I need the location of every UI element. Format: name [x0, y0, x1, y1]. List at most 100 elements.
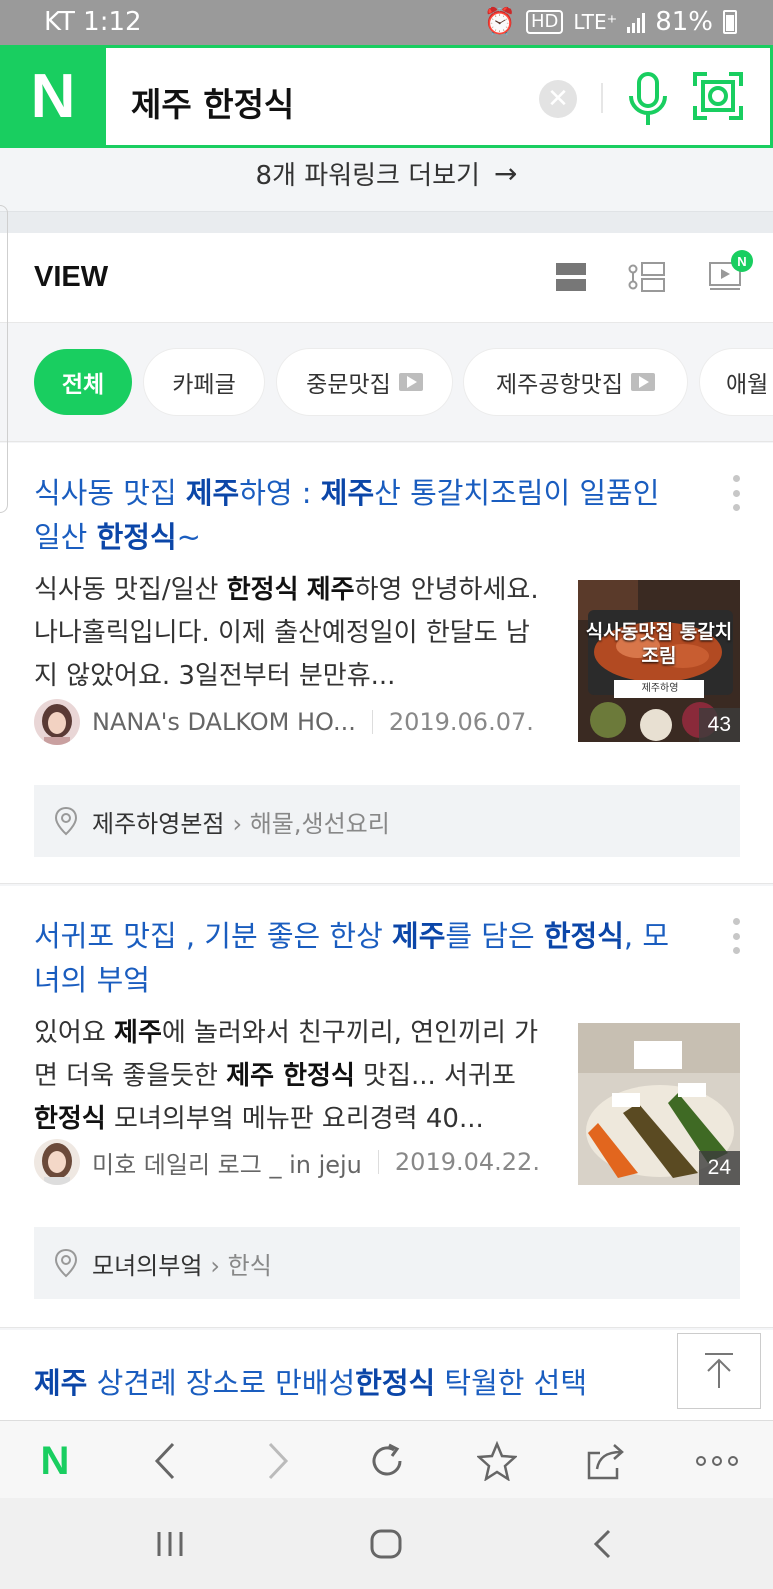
- result-thumbnail[interactable]: 식사동맛집 통갈치조림 제주하영 43: [578, 580, 740, 742]
- home-button[interactable]: [364, 1524, 408, 1564]
- new-badge: N: [731, 250, 753, 272]
- star-icon: [477, 1441, 517, 1481]
- author-name[interactable]: NANA's DALKOM HO...: [92, 708, 356, 736]
- home-icon: [370, 1529, 402, 1559]
- back-icon: [154, 1442, 175, 1480]
- chip-aewol[interactable]: 애월: [700, 349, 773, 415]
- naver-logo[interactable]: N: [0, 45, 106, 148]
- image-count: 24: [698, 1151, 740, 1185]
- view-section-header: VIEW N: [0, 233, 773, 323]
- title-text: 를 담은: [445, 919, 544, 953]
- voice-search-button[interactable]: [626, 72, 670, 128]
- battery-percent: 81%: [655, 7, 713, 37]
- desc-text: 맛집... 서귀포: [354, 1061, 516, 1091]
- chip-label: 카페글: [172, 372, 236, 398]
- microphone-icon: [629, 72, 667, 125]
- title-keyword: 제주: [392, 919, 446, 953]
- author-name[interactable]: 미호 데일리 로그 _ in jeju: [92, 1145, 362, 1180]
- title-keyword: 한정식: [96, 520, 177, 554]
- image-count: 43: [698, 708, 740, 742]
- chip-label: 중문맛집: [306, 372, 391, 398]
- bookmark-button[interactable]: [475, 1439, 519, 1483]
- chip-label: 제주공항맛집: [496, 372, 623, 398]
- status-bar: KT 1:12 ⏰ HD LTE⁺ 81%: [0, 0, 773, 45]
- result-description: 있어요 제주에 놀러와서 친구끼리, 연인끼리 가면 더욱 좋을듯한 제주 한정…: [34, 1012, 544, 1141]
- chip-cafe[interactable]: 카페글: [144, 349, 264, 415]
- scroll-to-top-button[interactable]: [677, 1333, 761, 1409]
- result-thumbnail[interactable]: 24: [578, 1023, 740, 1185]
- back-button[interactable]: [143, 1439, 187, 1483]
- signal-icon: [627, 11, 646, 33]
- author-row: 미호 데일리 로그 _ in jeju 2019.04.22.: [34, 1139, 540, 1185]
- filter-chips: 전체 카페글 중문맛집 제주공항맛집 애월: [0, 324, 773, 442]
- system-back-button[interactable]: [580, 1524, 624, 1564]
- system-nav-bar: [0, 1498, 773, 1589]
- chip-all[interactable]: 전체: [34, 349, 132, 415]
- desc-keyword: 제주: [114, 1018, 162, 1048]
- title-keyword: 한정식: [355, 1366, 436, 1400]
- title-keyword: 한정식: [543, 919, 624, 953]
- desc-keyword: 제주 한정식: [226, 1061, 355, 1091]
- close-icon: ✕: [547, 84, 569, 114]
- edge-panel-handle[interactable]: [0, 205, 8, 513]
- browser-toolbar: N: [0, 1420, 773, 1498]
- desc-keyword: 한정식: [34, 1104, 106, 1134]
- place-info[interactable]: 제주하영본점 › 해물,생선요리: [34, 785, 740, 857]
- place-info[interactable]: 모녀의부엌 › 한식: [34, 1227, 740, 1299]
- title-text: ~: [176, 520, 201, 554]
- image-search-button[interactable]: [693, 72, 743, 120]
- back-icon: [593, 1529, 611, 1559]
- desc-keyword: 제주: [306, 575, 355, 605]
- result-title-link[interactable]: 식사동 맛집 제주하영 : 제주산 통갈치조림이 일품인 일산 한정식~: [34, 471, 684, 559]
- forward-button[interactable]: [256, 1439, 300, 1483]
- place-name: 제주하영본점: [92, 809, 225, 838]
- result-card: 식사동 맛집 제주하영 : 제주산 통갈치조림이 일품인 일산 한정식~ 식사동…: [0, 443, 773, 884]
- more-button[interactable]: [693, 1439, 741, 1483]
- thumb-overlay-sub: 제주하영: [641, 683, 679, 694]
- title-text: 상견례 장소로 만배성: [87, 1366, 356, 1400]
- place-name: 모녀의부엌: [92, 1251, 203, 1280]
- avatar[interactable]: [34, 699, 80, 745]
- location-pin-icon: [54, 1248, 78, 1278]
- divider: [377, 1150, 379, 1174]
- powerlink-more-link[interactable]: 8개 파워링크 더보기 →: [0, 148, 773, 211]
- chip-jeju-airport[interactable]: 제주공항맛집: [464, 349, 687, 415]
- avatar-image: [34, 1139, 80, 1185]
- title-keyword: 제주: [185, 476, 240, 510]
- post-date: 2019.04.22.: [394, 1148, 540, 1176]
- chip-jungmun[interactable]: 중문맛집: [277, 349, 452, 415]
- location-pin-icon: [54, 806, 78, 836]
- view-title: VIEW: [34, 261, 109, 293]
- hd-icon: HD: [525, 10, 564, 34]
- list-view-icon[interactable]: [628, 261, 666, 293]
- place-category: › 해물,생선요리: [232, 809, 390, 838]
- avatar[interactable]: [34, 1139, 80, 1185]
- title-text: 탁월한 선택: [435, 1366, 588, 1400]
- avatar-image: [34, 699, 80, 745]
- arrow-right-icon: →: [493, 157, 518, 190]
- recent-apps-button[interactable]: [148, 1524, 192, 1564]
- title-text: 하영 :: [239, 476, 321, 510]
- place-category: › 한식: [210, 1251, 272, 1280]
- search-bar: N 제주 한정식 ✕: [0, 45, 773, 148]
- more-options-icon[interactable]: [733, 918, 741, 954]
- video-icon: [398, 373, 423, 391]
- post-date: 2019.06.07.: [388, 708, 534, 736]
- result-card: 서귀포 맛집 , 기분 좋은 한상 제주를 담은 한정식, 모녀의 부엌 있어요…: [0, 886, 773, 1328]
- refresh-button[interactable]: [365, 1439, 409, 1483]
- card-view-icon[interactable]: [555, 261, 587, 293]
- more-icon: [696, 1456, 738, 1466]
- result-title-link[interactable]: 제주 상견례 장소로 만배성한정식 탁월한 선택: [34, 1360, 587, 1402]
- result-title-link[interactable]: 서귀포 맛집 , 기분 좋은 한상 제주를 담은 한정식, 모녀의 부엌: [34, 914, 684, 1002]
- title-text: 식사동 맛집: [34, 476, 186, 510]
- powerlink-more-label: 8개 파워링크 더보기: [255, 161, 480, 191]
- desc-text: 모녀의부엌 메뉴판 요리경력 40...: [105, 1104, 484, 1134]
- clear-search-button[interactable]: ✕: [539, 80, 577, 118]
- arrow-up-icon: [705, 1353, 733, 1388]
- search-input[interactable]: 제주 한정식: [131, 78, 294, 126]
- naver-home-button[interactable]: N: [33, 1439, 77, 1483]
- divider: [601, 83, 603, 113]
- share-button[interactable]: [584, 1439, 628, 1483]
- battery-icon: [723, 10, 737, 34]
- more-options-icon[interactable]: [733, 475, 741, 511]
